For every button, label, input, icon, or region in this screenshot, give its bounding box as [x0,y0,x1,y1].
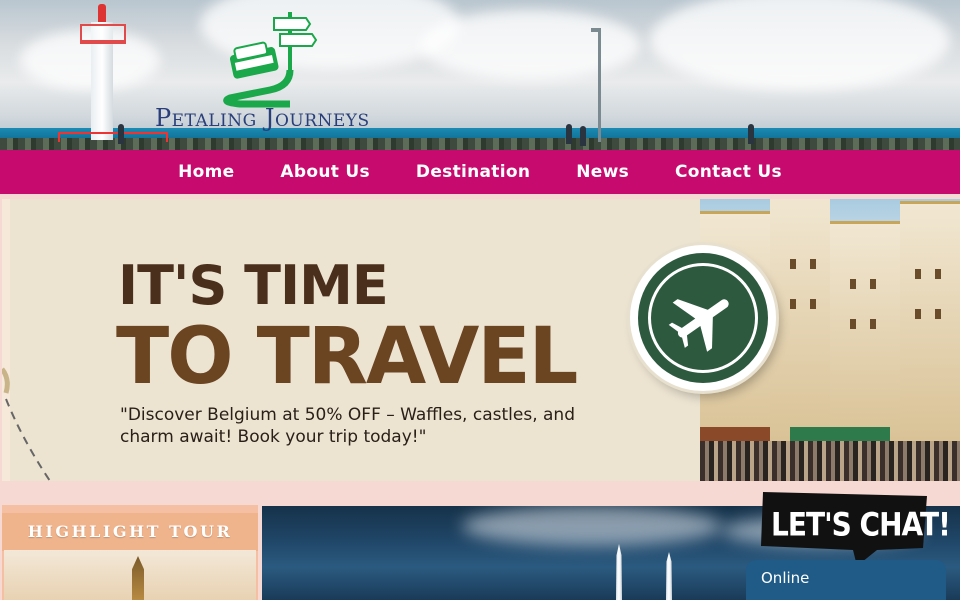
nav-contact-us[interactable]: Contact Us [675,162,782,182]
lamp-post [598,30,601,142]
person [580,126,586,146]
person [566,124,572,144]
hero-subtitle: "Discover Belgium at 50% OFF – Waffles, … [120,405,575,447]
building [830,221,900,441]
highlight-tour-title: HIGHLIGHT TOUR [2,513,258,551]
nav-home[interactable]: Home [178,162,234,182]
main-nav: Home About Us Destination News Contact U… [0,150,960,194]
hero-title-line1: IT'S TIME [118,254,389,317]
lighthouse-gallery [80,24,126,44]
chat-label[interactable]: LET'S CHAT! [771,506,951,544]
highlight-tour-image[interactable] [4,550,256,600]
crowd [700,441,960,481]
plane-badge [630,245,776,391]
tower [616,544,622,600]
chat-status[interactable]: Online [761,569,809,587]
awning [700,427,770,441]
tower [666,552,672,600]
lighthouse-cap [98,4,106,24]
building [900,201,960,441]
nav-destination[interactable]: Destination [416,162,530,182]
brand-name[interactable]: Petaling Journeys [155,104,370,132]
hero-title-line2: TO TRAVEL [116,312,578,402]
building [770,199,830,441]
person [118,124,124,144]
airplane-icon [668,299,729,352]
cloud [420,10,640,80]
nav-news[interactable]: News [576,162,629,182]
cloud [650,0,950,90]
nav-about-us[interactable]: About Us [280,162,369,182]
dashed-path-icon [2,367,51,481]
awning [790,427,890,441]
site-header: Petaling Journeys [0,0,960,150]
person [748,124,754,144]
